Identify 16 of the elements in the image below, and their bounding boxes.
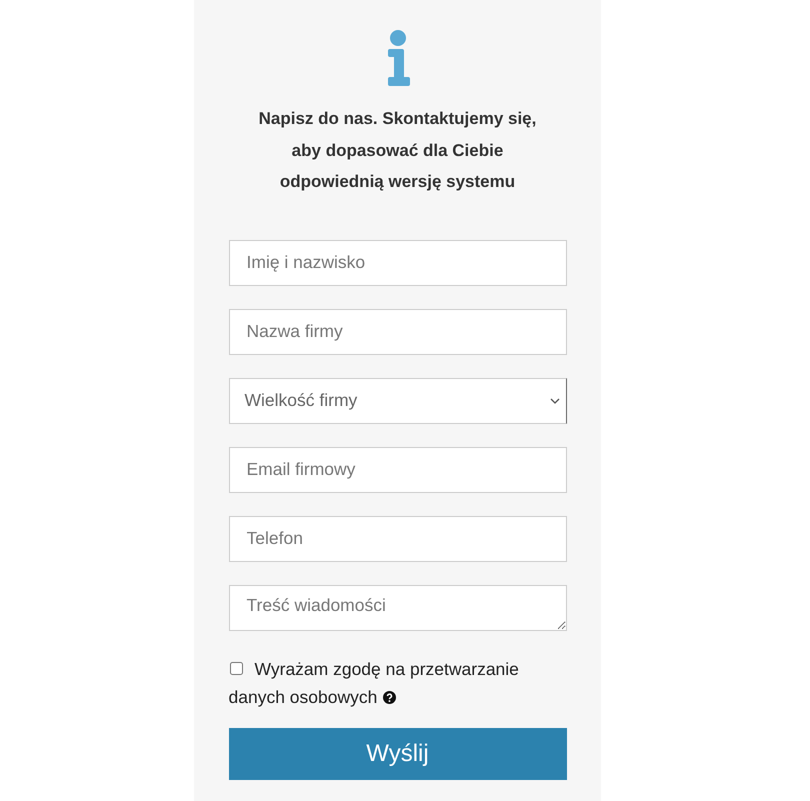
input-field[interactable]: Telefon — [228, 516, 566, 562]
heading-line: aby dopasować dla Ciebie — [290, 140, 504, 162]
consent-label: danych osobowych — [228, 686, 378, 706]
chevron-down-icon — [550, 398, 560, 404]
consent-label: Wyrażam zgodę na przetwarzanie — [254, 658, 519, 681]
consent-checkbox[interactable] — [230, 662, 242, 675]
select-field[interactable]: Wielkość firmy — [228, 378, 566, 424]
help-icon[interactable] — [383, 690, 396, 704]
heading-line: Napisz do nas. Skontaktujemy się, — [258, 108, 536, 130]
info-icon — [386, 30, 410, 86]
send-button[interactable]: Wyślij — [228, 728, 566, 780]
input-field[interactable]: Email firmowy — [228, 446, 566, 492]
input-field[interactable]: Imię i nazwisko — [228, 240, 566, 286]
message-field[interactable]: Treść wiadomości — [228, 584, 566, 630]
heading-line: odpowiednią wersję systemu — [278, 171, 516, 193]
input-field[interactable]: Nazwa firmy — [228, 308, 566, 354]
